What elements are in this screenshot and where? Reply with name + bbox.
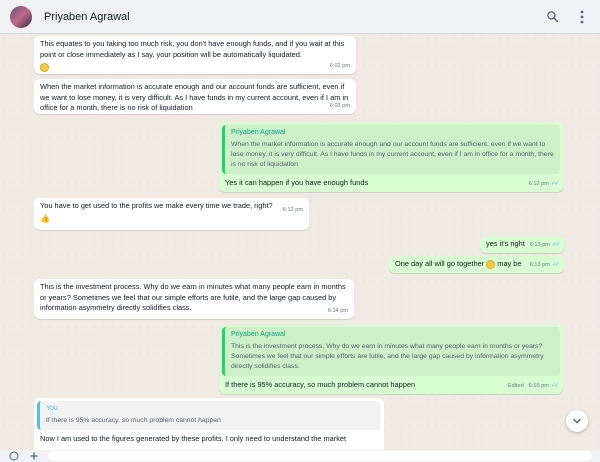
message-time: 6:12 pm: [528, 180, 549, 187]
smiley-icon: [40, 62, 49, 73]
message-incoming[interactable]: When the market information is accurate …: [34, 79, 356, 114]
quoted-text: If there is 95% accuracy, so much proble…: [46, 416, 221, 424]
quoted-message[interactable]: Priyaben Agrawal This is the investment …: [222, 327, 560, 376]
edited-label: Edited: [507, 382, 524, 389]
message-outgoing[interactable]: Priyaben Agrawal When the market informa…: [219, 122, 563, 192]
search-icon[interactable]: [544, 9, 560, 25]
thumbs-up-icon: 👍: [40, 213, 50, 223]
message-time: 6:03 pm: [329, 102, 350, 109]
message-input[interactable]: [48, 451, 592, 461]
header-actions: [544, 9, 590, 25]
message-time: 6:14 pm: [327, 307, 348, 314]
double-check-icon: ✓✓: [550, 180, 559, 187]
message-outgoing[interactable]: Priyaben Agrawal This is the investment …: [219, 324, 563, 394]
chat-header: Priyaben Agrawal: [0, 0, 600, 34]
message-list[interactable]: This equates to you taking too much risk…: [0, 34, 600, 450]
message-text: You have to get used to the profits we m…: [40, 201, 273, 210]
smiley-icon[interactable]: [8, 450, 20, 462]
double-check-icon: ✓✓: [551, 241, 560, 248]
quoted-author: You: [46, 405, 58, 412]
double-check-icon: ✓✓: [551, 261, 560, 268]
message-incoming[interactable]: This is the investment process. Why do w…: [34, 279, 354, 319]
avatar[interactable]: [10, 5, 32, 28]
quoted-message[interactable]: Priyaben Agrawal When the market informa…: [222, 125, 560, 174]
kebab-menu-icon[interactable]: [574, 9, 590, 25]
message-text-start: One day all will go together: [395, 259, 485, 268]
message-time: 6:02 pm: [329, 62, 350, 69]
quoted-author: Priyaben Agrawal: [231, 331, 286, 338]
message-meta: 6:12 pm ✓✓: [528, 179, 559, 190]
quoted-author: Priyaben Agrawal: [231, 129, 286, 136]
composer-bar: [0, 450, 600, 462]
message-time: 6:12 pm: [282, 207, 303, 213]
message-meta: 6:13 pm ✓✓: [529, 240, 560, 251]
quoted-message[interactable]: You If there is 95% accuracy, so much pr…: [37, 401, 381, 430]
message-text: Now I am used to the figures generated b…: [40, 433, 347, 443]
message-text: This equates to you taking too much risk…: [40, 39, 345, 59]
message-time: 6:16 pm: [528, 382, 549, 389]
message-outgoing[interactable]: One day all will go together may be 6:13…: [389, 256, 564, 273]
smiley-icon: [486, 259, 496, 269]
double-check-icon: ✓✓: [550, 382, 559, 389]
message-time: 6:13 pm: [529, 241, 550, 248]
plus-icon[interactable]: [28, 450, 40, 462]
message-meta: Edited 6:16 pm ✓✓: [507, 381, 559, 392]
message-incoming[interactable]: You If there is 95% accuracy, so much pr…: [34, 398, 384, 450]
message-text-end: may be: [497, 259, 522, 268]
contact-name[interactable]: Priyaben Agrawal: [44, 11, 130, 23]
message-text: When the market information is accurate …: [40, 82, 349, 112]
scroll-to-bottom-button[interactable]: [566, 410, 588, 432]
message-incoming[interactable]: This equates to you taking too much risk…: [34, 36, 356, 74]
message-incoming[interactable]: You have to get used to the profits we m…: [34, 198, 309, 230]
quoted-text: This is the investment process. Why do w…: [231, 342, 544, 370]
message-outgoing[interactable]: yes it's right 6:13 pm ✓✓: [480, 236, 564, 253]
message-text: This is the investment process. Why do w…: [40, 282, 346, 312]
chevron-down-icon: [573, 418, 581, 424]
message-meta: 6:13 pm ✓✓: [529, 260, 560, 271]
quoted-text: When the market information is accurate …: [231, 140, 554, 168]
message-time: 6:13 pm: [529, 261, 550, 268]
message-text: Yes it can happen if you have enough fun…: [225, 177, 369, 187]
